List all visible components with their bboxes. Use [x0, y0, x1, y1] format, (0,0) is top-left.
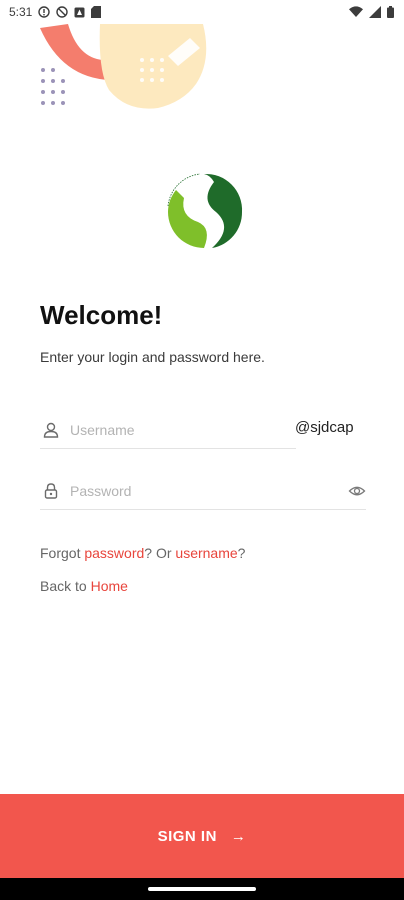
login-screen: 5:31 Welcome! Enter your login and passw…	[0, 0, 404, 900]
username-field[interactable]	[40, 411, 296, 449]
forgot-suffix: ?	[237, 545, 246, 561]
status-bar: 5:31	[0, 0, 404, 24]
sd-card-icon	[91, 6, 102, 18]
back-home-line: Back to Home	[40, 578, 128, 594]
sign-in-label: SIGN IN	[157, 827, 217, 845]
page-title: Welcome!	[40, 300, 163, 330]
battery-icon	[387, 6, 394, 18]
lock-icon	[44, 482, 58, 499]
password-input[interactable]	[70, 482, 348, 499]
wifi-icon	[349, 6, 363, 17]
forgot-password-link[interactable]: password	[84, 545, 144, 561]
eye-icon[interactable]	[348, 482, 366, 500]
password-field[interactable]	[40, 472, 366, 510]
alert-circle-icon	[38, 6, 51, 18]
home-indicator[interactable]	[148, 887, 256, 891]
page-subtitle: Enter your login and password here.	[40, 349, 265, 365]
do-not-disturb-icon	[56, 6, 69, 18]
status-time: 5:31	[9, 5, 33, 19]
forgot-prefix: Forgot	[40, 545, 85, 561]
forgot-username-link[interactable]: username	[175, 545, 237, 561]
domain-suffix: @sjdcap	[295, 419, 354, 436]
forgot-credentials-line: Forgot password? Or username?	[40, 545, 245, 561]
status-right	[349, 6, 394, 18]
back-prefix: Back to	[40, 578, 91, 594]
user-icon	[43, 422, 59, 438]
app-notification-icon	[74, 7, 85, 17]
arrow-right-icon: →	[230, 827, 247, 845]
sign-in-button[interactable]: SIGN IN →	[0, 794, 404, 878]
username-input[interactable]	[70, 421, 296, 438]
system-nav-bar	[0, 878, 404, 900]
signal-icon	[369, 6, 381, 18]
status-left: 5:31	[9, 5, 102, 19]
forgot-middle: ? Or	[144, 545, 176, 561]
home-link[interactable]: Home	[91, 578, 128, 594]
company-logo	[167, 173, 243, 248]
